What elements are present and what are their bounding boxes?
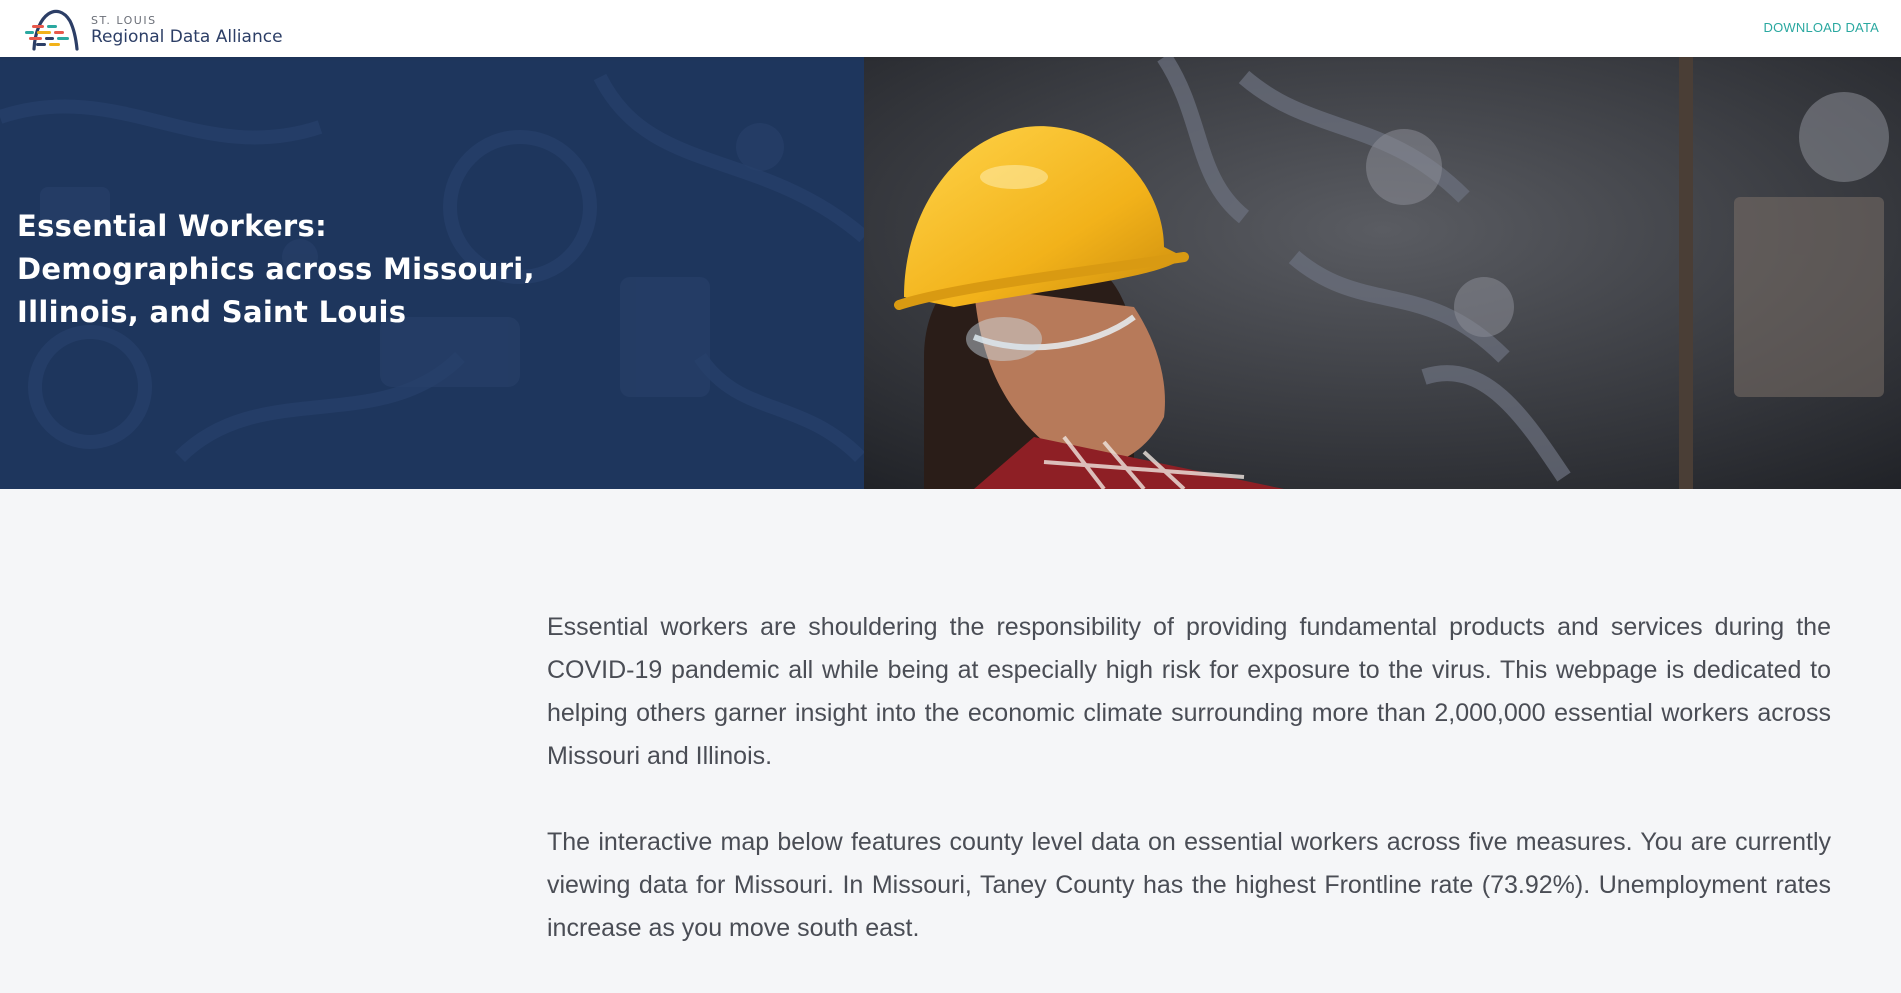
site-logo-link[interactable]: ST. LOUIS Regional Data Alliance bbox=[22, 3, 283, 53]
logo-city-label: ST. LOUIS bbox=[91, 13, 157, 27]
intro-paragraph-2: The interactive map below features count… bbox=[547, 828, 1831, 942]
page-title-line-1: Essential Workers: bbox=[17, 209, 327, 243]
page-title-line-2: Demographics across Missouri, bbox=[17, 252, 535, 286]
hero-title-panel: Essential Workers: Demographics across M… bbox=[0, 57, 864, 489]
intro-paragraph-1: Essential workers are shouldering the re… bbox=[547, 613, 1831, 770]
intro-content: Essential workers are shouldering the re… bbox=[547, 606, 1831, 993]
worker-photo-illustration bbox=[864, 57, 1901, 489]
page-title-line-3: Illinois, and Saint Louis bbox=[17, 295, 407, 329]
top-navigation-bar: ST. LOUIS Regional Data Alliance DOWNLOA… bbox=[0, 0, 1901, 57]
download-data-link[interactable]: DOWNLOAD DATA bbox=[1763, 20, 1879, 35]
logo-org-name: Regional Data Alliance bbox=[91, 26, 283, 47]
hero-banner: Essential Workers: Demographics across M… bbox=[0, 57, 1901, 489]
page-title: Essential Workers: Demographics across M… bbox=[17, 205, 577, 334]
hero-photo-worker bbox=[864, 57, 1901, 489]
logo-wordmark: ST. LOUIS Regional Data Alliance bbox=[91, 11, 283, 46]
arch-logo-icon bbox=[22, 3, 88, 53]
